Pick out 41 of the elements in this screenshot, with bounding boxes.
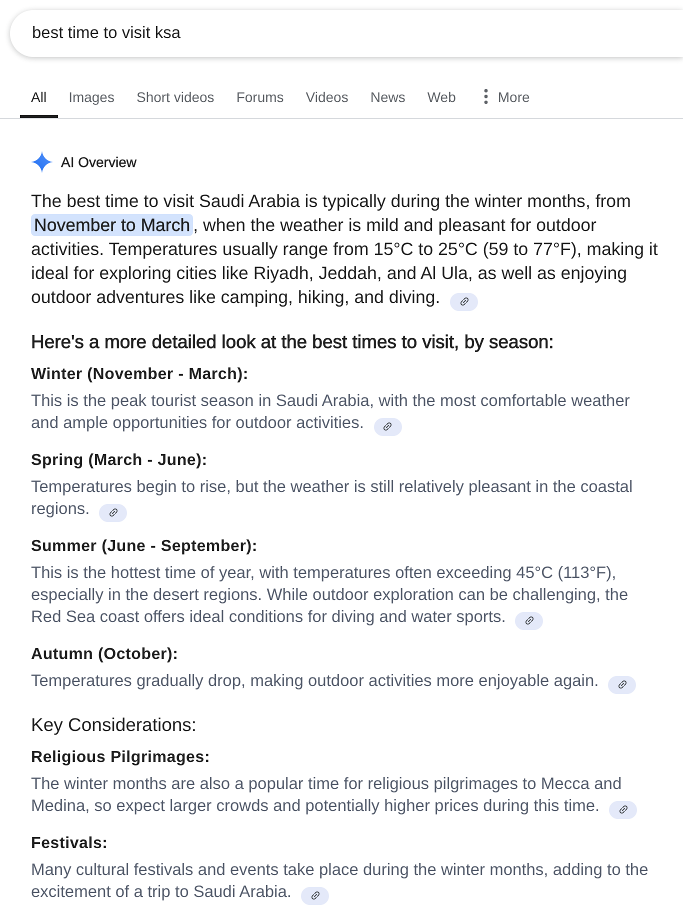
item-text: This is the peak tourist season in Saudi Arabia, with the most comfortable weather and ample opportunities for outdoor activities. xyxy=(31,390,656,434)
item-title: Summer (June - September): xyxy=(31,537,259,557)
item-title: Autumn (October): xyxy=(31,645,180,665)
item-text: This is the hottest time of year, with temperatures often exceeding 45°C (113°F), especially in the desert regions. While outdoor exploration can be challenging, the Red Sea coast offers ideal conditions for diving and water sports. xyxy=(31,562,656,628)
sparkle-icon xyxy=(31,151,53,173)
section-heading: Here's a more detailed look at the best times to visit, by season: xyxy=(31,330,555,354)
link-icon xyxy=(108,508,118,517)
item-text: Many cultural festivals and events take place during the winter months, adding to the excitement of a trip to Saudi Arabia. xyxy=(31,859,656,903)
tab[interactable]: Web xyxy=(416,75,467,118)
tab[interactable]: Short videos xyxy=(125,75,226,118)
section-heading: Key Considerations: xyxy=(31,713,198,737)
source-link-button[interactable] xyxy=(608,676,636,694)
overview-title: AI Overview xyxy=(61,154,136,170)
tab[interactable]: All xyxy=(20,75,58,118)
tab[interactable]: Videos xyxy=(294,75,360,118)
link-icon xyxy=(383,422,392,431)
link-icon xyxy=(618,680,627,689)
link-icon xyxy=(310,891,320,900)
item-title: Winter (November - March): xyxy=(31,365,250,385)
more-menu-tab[interactable]: More xyxy=(472,75,541,118)
item-text: Temperatures begin to rise, but the weather is still relatively pleasant in the coastal regions. xyxy=(31,476,656,520)
search-field[interactable]: best time to visit ksa xyxy=(10,10,683,57)
source-link-button[interactable] xyxy=(515,612,544,630)
item-title: Festivals: xyxy=(31,834,109,854)
item-text: The winter months are also a popular time for religious pilgrimages to Mecca and Medina, so expect larger crowds and potentially higher prices during this time. xyxy=(31,773,656,817)
source-link-button[interactable] xyxy=(374,418,402,436)
item-text: Temperatures gradually drop, making outdoor activities more enjoyable again. xyxy=(31,670,656,692)
source-link-button[interactable] xyxy=(99,504,128,522)
overview-text: The best time to visit Saudi Arabia is typically during the winter months, from November to March, when the weather is mild and pleasant for outdoor activities. Temperatures usually range from 15°C to 25°C (59 to 77°F), making it ideal for exploring cities like Riyadh, Jeddah, and Al Ula, as well as enjoying outdoor adventures like camping, hiking, and diving. xyxy=(31,189,666,309)
link-icon xyxy=(618,805,628,814)
link-icon xyxy=(524,616,534,625)
vertical-dots-icon xyxy=(484,89,488,104)
tab[interactable]: News xyxy=(359,75,416,118)
source-link-button[interactable] xyxy=(609,800,638,818)
tab[interactable]: Images xyxy=(58,75,126,118)
tab[interactable]: Forums xyxy=(225,75,295,118)
source-link-button[interactable] xyxy=(301,886,330,904)
source-link-button[interactable] xyxy=(450,292,478,310)
item-title: Spring (March - June): xyxy=(31,451,208,471)
item-title: Religious Pilgrimages: xyxy=(31,748,212,768)
link-icon xyxy=(460,297,469,306)
